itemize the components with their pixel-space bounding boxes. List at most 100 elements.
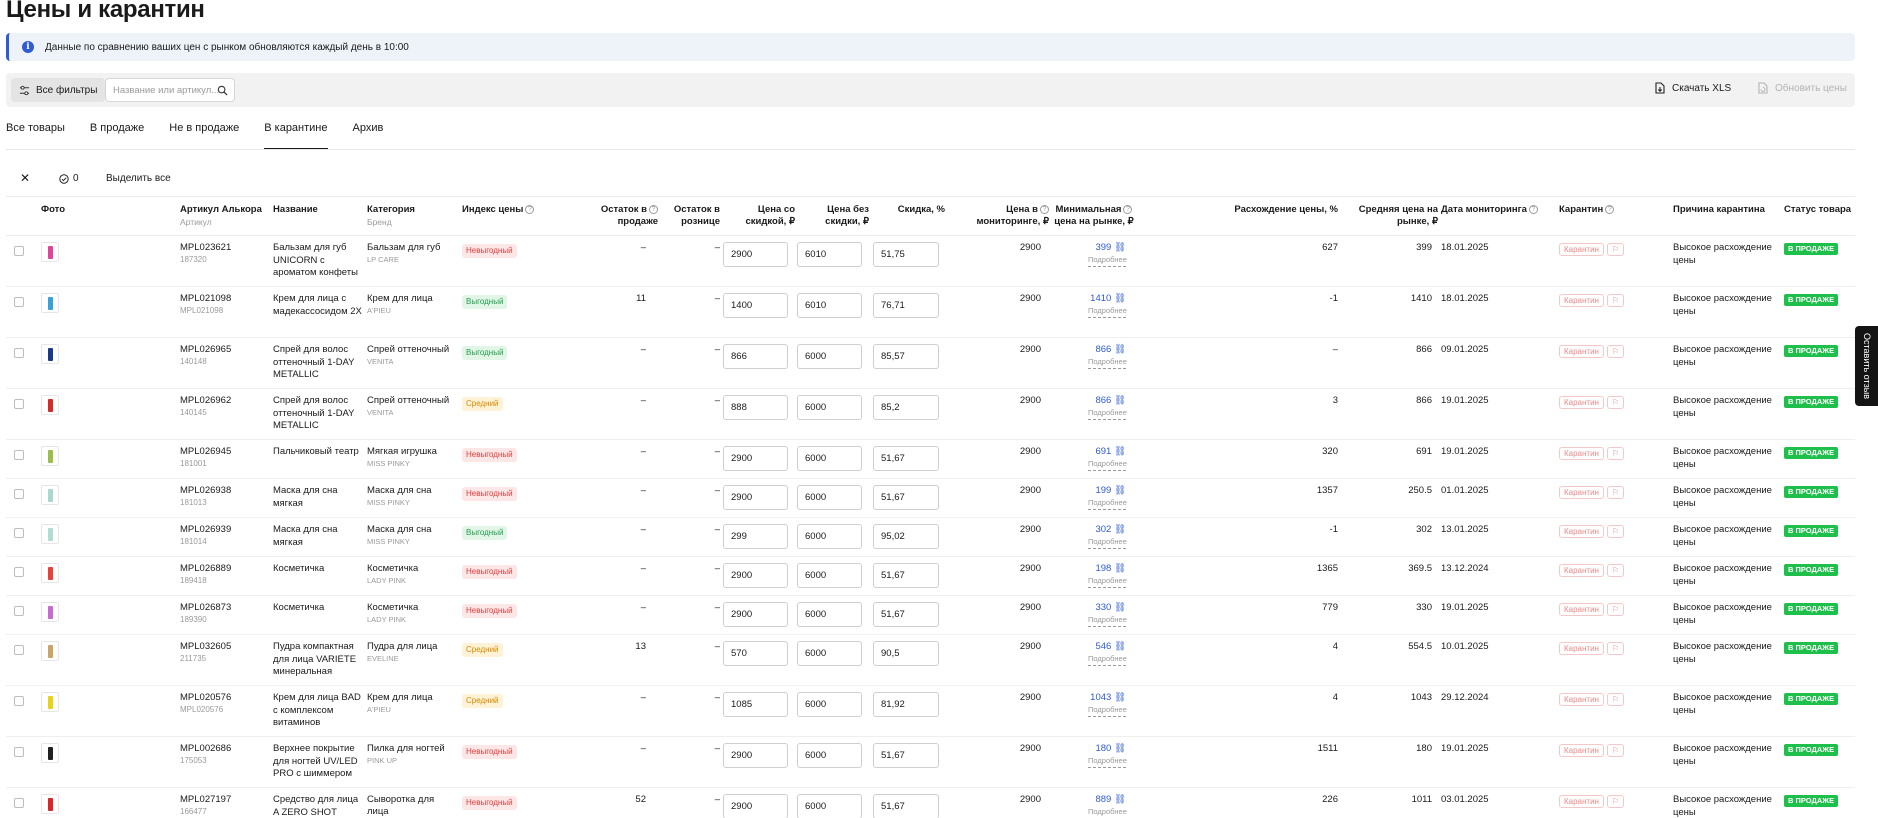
product-photo[interactable] (41, 395, 59, 415)
tab-on-sale[interactable]: В продаже (90, 120, 144, 150)
header-monitor-date[interactable]: Дата мониторинга? (1441, 204, 1538, 216)
row-checkbox[interactable] (14, 297, 24, 307)
flag-icon[interactable]: ⚐ (1606, 243, 1625, 256)
discount-price-input[interactable]: 2900 (723, 563, 788, 588)
base-price-input[interactable]: 6000 (797, 602, 862, 627)
quarantine-button[interactable]: Карантин (1559, 795, 1604, 808)
flag-icon[interactable]: ⚐ (1606, 744, 1625, 757)
quarantine-button[interactable]: Карантин (1559, 243, 1604, 256)
min-price-link[interactable]: 546 ⛓ (1095, 641, 1126, 652)
download-xls-button[interactable]: Скачать XLS (1654, 82, 1731, 94)
flag-icon[interactable]: ⚐ (1606, 396, 1625, 409)
product-photo[interactable] (41, 743, 59, 763)
more-details-link[interactable]: Подробнее (1088, 407, 1127, 420)
discount-price-input[interactable]: 2900 (723, 794, 788, 818)
quarantine-button[interactable]: Карантин (1559, 744, 1604, 757)
base-price-input[interactable]: 6000 (797, 692, 862, 717)
header-monitor-price[interactable]: Цена в? мониторинге, ₽ (948, 204, 1049, 228)
discount-input[interactable]: 51,67 (873, 563, 939, 588)
product-photo[interactable] (41, 446, 59, 466)
row-checkbox[interactable] (14, 747, 24, 757)
more-details-link[interactable]: Подробнее (1088, 755, 1127, 768)
discount-input[interactable]: 51,67 (873, 743, 939, 768)
base-price-input[interactable]: 6000 (797, 563, 862, 588)
discount-price-input[interactable]: 2900 (723, 743, 788, 768)
min-price-link[interactable]: 399 ⛓ (1095, 242, 1126, 253)
base-price-input[interactable]: 6000 (797, 641, 862, 666)
more-details-link[interactable]: Подробнее (1088, 614, 1127, 627)
flag-icon[interactable]: ⚐ (1606, 486, 1625, 499)
help-icon[interactable]: ? (525, 204, 535, 214)
product-photo[interactable] (41, 344, 59, 364)
quarantine-button[interactable]: Карантин (1559, 693, 1604, 706)
header-retail[interactable]: Остаток в рознице (646, 204, 720, 228)
base-price-input[interactable]: 6000 (797, 395, 862, 420)
min-price-link[interactable]: 199 ⛓ (1095, 485, 1126, 496)
more-details-link[interactable]: Подробнее (1088, 254, 1127, 267)
header-base-price[interactable]: Цена без скидки, ₽ (797, 204, 869, 228)
min-price-link[interactable]: 889 ⛓ (1095, 794, 1126, 805)
tab-archive[interactable]: Архив (353, 120, 384, 150)
base-price-input[interactable]: 6000 (797, 524, 862, 549)
base-price-input[interactable]: 6010 (797, 242, 862, 267)
header-quarantine[interactable]: Карантин? (1559, 204, 1615, 216)
header-article[interactable]: Артикул Алькора Артикул (180, 204, 262, 228)
discount-input[interactable]: 81,92 (873, 692, 939, 717)
discount-input[interactable]: 95,02 (873, 524, 939, 549)
more-details-link[interactable]: Подробнее (1088, 806, 1127, 818)
header-stock[interactable]: Остаток в? продаже (566, 204, 658, 228)
header-min-price[interactable]: Минимальная? цена на рынке, ₽ (1044, 204, 1144, 228)
more-details-link[interactable]: Подробнее (1088, 305, 1127, 318)
row-checkbox[interactable] (14, 399, 24, 409)
row-checkbox[interactable] (14, 348, 24, 358)
row-checkbox[interactable] (14, 246, 24, 256)
search-input[interactable]: Название или артикул... (105, 78, 235, 102)
quarantine-button[interactable]: Карантин (1559, 603, 1604, 616)
flag-icon[interactable]: ⚐ (1606, 447, 1625, 460)
flag-icon[interactable]: ⚐ (1606, 525, 1625, 538)
base-price-input[interactable]: 6000 (797, 743, 862, 768)
flag-icon[interactable]: ⚐ (1606, 564, 1625, 577)
quarantine-button[interactable]: Карантин (1559, 447, 1604, 460)
min-price-link[interactable]: 180 ⛓ (1095, 743, 1126, 754)
quarantine-button[interactable]: Карантин (1559, 345, 1604, 358)
min-price-link[interactable]: 302 ⛓ (1095, 524, 1126, 535)
help-icon[interactable]: ? (1123, 204, 1133, 214)
min-price-link[interactable]: 330 ⛓ (1095, 602, 1126, 613)
discount-price-input[interactable]: 570 (723, 641, 788, 666)
base-price-input[interactable]: 6000 (797, 344, 862, 369)
header-price-index[interactable]: Индекс цены? (462, 204, 535, 216)
help-icon[interactable]: ? (1528, 204, 1538, 214)
row-checkbox[interactable] (14, 450, 24, 460)
more-details-link[interactable]: Подробнее (1088, 356, 1127, 369)
discount-price-input[interactable]: 866 (723, 344, 788, 369)
product-photo[interactable] (41, 485, 59, 505)
flag-icon[interactable]: ⚐ (1606, 693, 1625, 706)
product-photo[interactable] (41, 293, 59, 313)
min-price-link[interactable]: 1043 ⛓ (1090, 692, 1126, 703)
base-price-input[interactable]: 6000 (797, 794, 862, 818)
more-details-link[interactable]: Подробнее (1088, 497, 1127, 510)
discount-input[interactable]: 51,67 (873, 602, 939, 627)
flag-icon[interactable]: ⚐ (1606, 294, 1625, 307)
product-photo[interactable] (41, 242, 59, 262)
base-price-input[interactable]: 6000 (797, 446, 862, 471)
discount-input[interactable]: 51,67 (873, 485, 939, 510)
row-checkbox[interactable] (14, 528, 24, 538)
discount-price-input[interactable]: 2900 (723, 602, 788, 627)
header-price-diff[interactable]: Расхождение цены, % (1206, 204, 1338, 216)
header-discount-price[interactable]: Цена со скидкой, ₽ (723, 204, 795, 228)
discount-price-input[interactable]: 2900 (723, 446, 788, 471)
quarantine-button[interactable]: Карантин (1559, 294, 1604, 307)
min-price-link[interactable]: 1410 ⛓ (1090, 293, 1126, 304)
base-price-input[interactable]: 6000 (797, 485, 862, 510)
product-photo[interactable] (41, 524, 59, 544)
tab-in-quarantine[interactable]: В карантине (264, 120, 328, 150)
feedback-tab[interactable]: Оставить отзыв (1855, 326, 1878, 406)
more-details-link[interactable]: Подробнее (1088, 653, 1127, 666)
quarantine-button[interactable]: Карантин (1559, 486, 1604, 499)
discount-price-input[interactable]: 888 (723, 395, 788, 420)
quarantine-button[interactable]: Карантин (1559, 396, 1604, 409)
discount-input[interactable]: 51,67 (873, 794, 939, 818)
help-icon[interactable]: ? (1605, 204, 1615, 214)
